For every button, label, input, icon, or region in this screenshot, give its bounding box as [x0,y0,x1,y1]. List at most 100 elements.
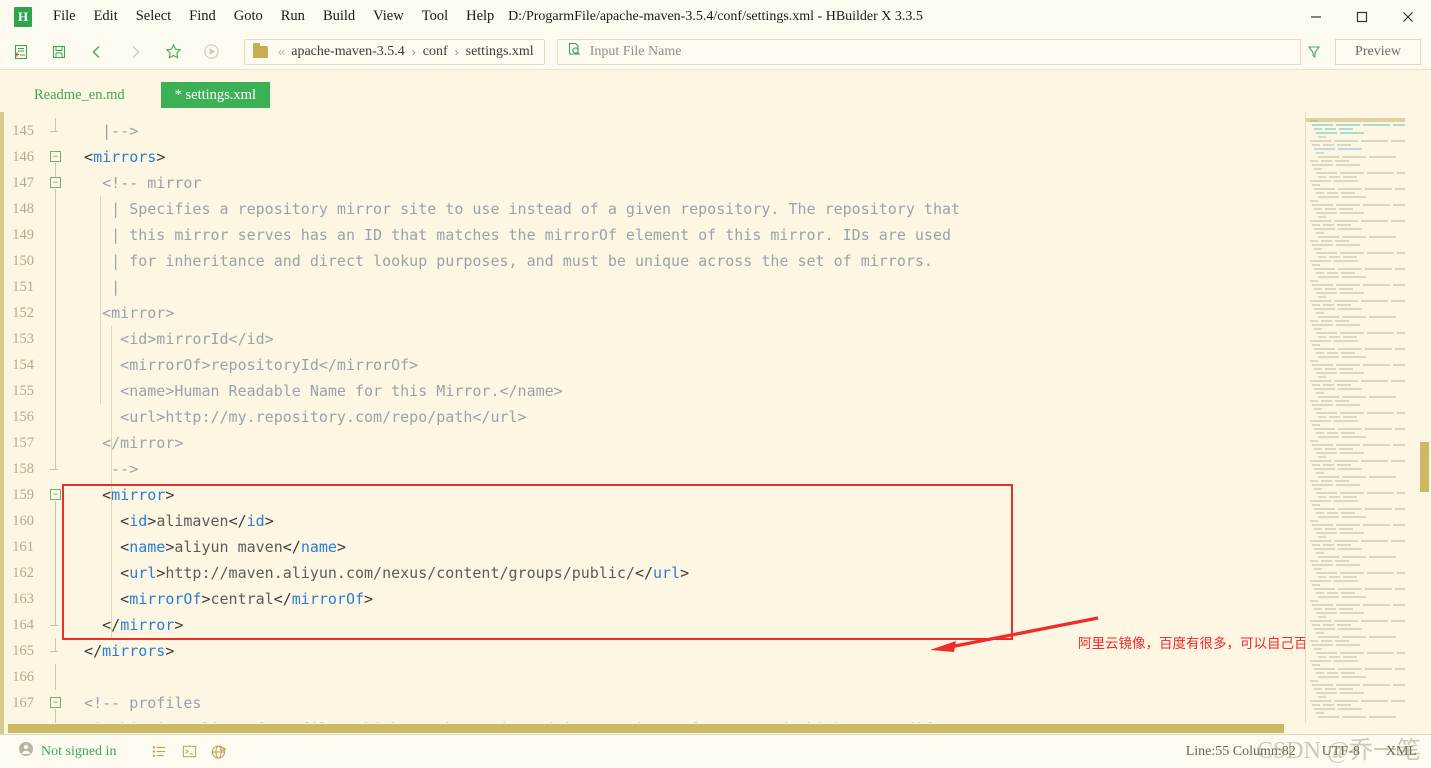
menu-item-help[interactable]: Help [457,6,503,27]
minimap-line [1325,208,1336,210]
menu-item-run[interactable]: Run [272,6,314,27]
menu-item-tool[interactable]: Tool [413,6,457,27]
code-line[interactable]: </mirror> [66,612,183,638]
favorite-star-icon[interactable] [156,38,190,66]
encoding-label[interactable]: UTF-8 [1322,744,1360,760]
fold-toggle-icon[interactable]: − [50,177,61,188]
minimap-line [1318,456,1326,458]
code-line[interactable]: <url>http://maven.aliyun.com/nexus/conte… [66,560,689,586]
code-line[interactable]: </mirrors> [66,638,174,664]
preview-button[interactable]: Preview [1335,38,1421,65]
outline-list-icon[interactable] [144,742,174,762]
breadcrumb-part-2[interactable]: settings.xml [466,44,534,60]
minimap-line [1334,540,1358,542]
browser-globe-icon[interactable] [204,742,234,762]
minimap-line [1340,292,1364,294]
minimap-line [1342,156,1366,158]
minimize-button[interactable] [1293,0,1339,34]
minimap-line [1342,396,1366,398]
breadcrumb-part-1[interactable]: conf [423,44,448,60]
minimap-line [1342,356,1366,358]
horizontal-scrollbar-thumb[interactable] [8,724,1284,733]
editor-tab-1[interactable]: * settings.xml [160,82,270,108]
code-line[interactable]: <name>Human Readable Name for this Mirro… [66,378,563,404]
minimap-line [1334,380,1358,382]
save-icon[interactable] [42,38,76,66]
minimap-line [1361,620,1388,622]
code-line[interactable]: <mirrors> [66,144,165,170]
code-line[interactable]: | for inheritance and direct lookup purp… [66,248,933,274]
cursor-position-label[interactable]: Line:55 Column:82 [1186,744,1296,760]
vertical-scrollbar[interactable] [1405,112,1431,734]
account-status-label[interactable]: Not signed in [41,744,116,760]
minimap-line [1316,292,1337,294]
minimap-line [1312,424,1320,426]
code-line[interactable]: <!-- mirror [66,170,201,196]
code-line[interactable]: --> [66,456,138,482]
fold-toggle-icon[interactable]: − [50,697,61,708]
code-editor[interactable]: 145 146 − 147 − 148 149 150 151 152 153 154 155 156 15… [0,112,1431,734]
minimap-line [1316,452,1337,454]
code-minimap[interactable] [1305,112,1405,734]
filter-funnel-icon[interactable] [1301,44,1327,60]
line-number: 167 [12,695,34,711]
breadcrumb-part-0[interactable]: apache-maven-3.5.4 [291,44,405,60]
menu-item-file[interactable]: File [44,6,85,27]
code-line[interactable]: <id>mirrorId</id> [66,326,274,352]
minimap-line [1365,428,1392,430]
code-line[interactable]: | this mirror serves has an ID that matc… [66,222,951,248]
user-circle-icon[interactable] [18,741,34,762]
code-line[interactable]: |--> [66,118,138,144]
minimap-viewport-band[interactable] [1306,118,1405,122]
horizontal-scrollbar[interactable] [4,723,1404,734]
code-line[interactable]: | [66,274,120,300]
code-line[interactable]: <!-- profiles [66,690,201,716]
back-icon[interactable] [80,38,114,66]
code-line[interactable]: <name>aliyun maven</name> [66,534,346,560]
terminal-icon[interactable] [174,742,204,762]
minimap-line [1340,572,1364,574]
minimap-line [1340,692,1364,694]
line-number-gutter[interactable]: 145 146 − 147 − 148 149 150 151 152 153 154 155 156 15… [4,112,66,734]
code-line[interactable]: </mirror> [66,430,183,456]
vertical-scrollbar-thumb[interactable] [1420,442,1429,492]
minimap-line [1341,592,1355,594]
minimap-line [1310,560,1318,562]
minimap-line [1318,576,1326,578]
code-line[interactable]: | Specifies a repository mirror site to … [66,196,960,222]
menu-item-find[interactable]: Find [180,6,225,27]
line-number: 161 [12,539,34,555]
code-line[interactable]: <mirrorOf>repositoryId</mirrorOf> [66,352,418,378]
minimap-line [1339,208,1353,210]
breadcrumb[interactable]: « apache-maven-3.5.4 › conf › settings.x… [244,38,545,65]
close-button[interactable] [1385,0,1431,34]
minimap-line [1363,684,1390,686]
language-mode-label[interactable]: XML [1386,744,1417,760]
forward-icon[interactable] [118,38,152,66]
minimap-line [1341,352,1355,354]
run-icon[interactable] [194,38,228,66]
minimap-line [1316,592,1324,594]
fold-toggle-icon[interactable]: − [50,489,61,500]
code-token-tag: id [246,512,265,530]
line-number: 145 [12,123,34,139]
editor-tab-0[interactable]: Readme_en.md [20,82,139,108]
minimap-line [1316,652,1337,654]
minimap-line [1327,432,1338,434]
minimap-line [1335,240,1349,242]
menu-item-view[interactable]: View [364,6,413,27]
code-line[interactable]: <mirror> [66,482,174,508]
code-line[interactable]: <mirror> [66,300,174,326]
menu-item-edit[interactable]: Edit [85,6,127,27]
fold-toggle-icon[interactable]: − [50,151,61,162]
new-file-icon[interactable] [4,38,38,66]
menu-item-build[interactable]: Build [314,6,364,27]
minimap-line [1369,236,1396,238]
code-line[interactable]: <url>http://my.repository.com/repo/path<… [66,404,526,430]
menu-bar[interactable]: File Edit Select Find Goto Run Build View Tool He… [44,6,503,27]
menu-item-goto[interactable]: Goto [225,6,272,27]
maximize-button[interactable] [1339,0,1385,34]
menu-item-select[interactable]: Select [127,6,180,27]
code-line[interactable]: <id>alimaven</id> [66,508,274,534]
filename-input-wrapper[interactable]: Input File Name [556,38,1301,65]
